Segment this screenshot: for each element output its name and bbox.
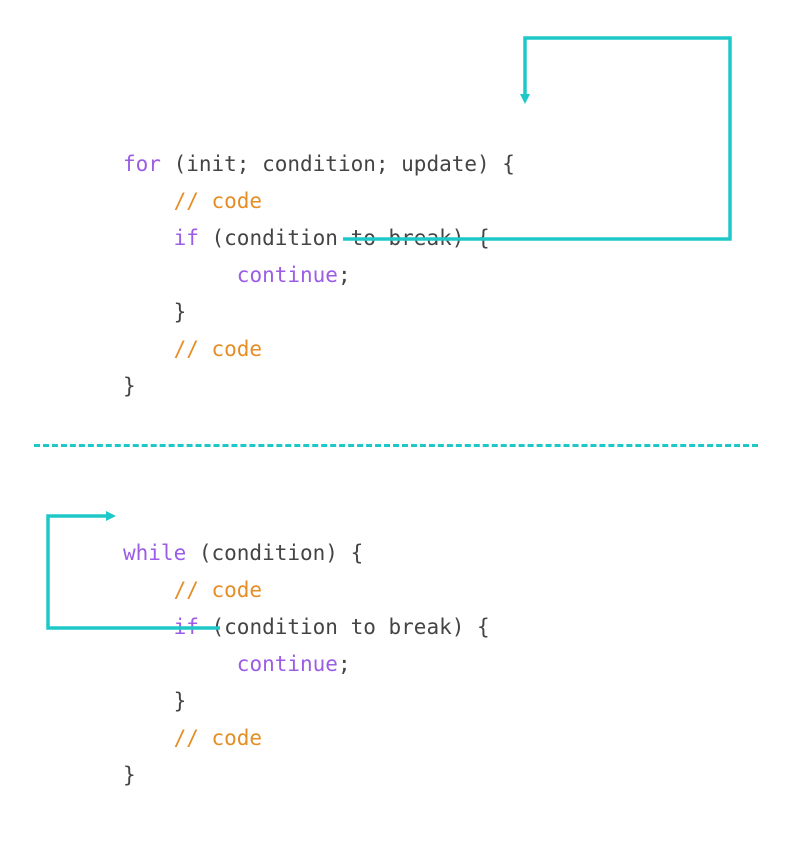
for-comment-2: // code	[174, 337, 263, 361]
for-loop-code: for (init; condition; update) { // code …	[123, 109, 515, 405]
while-if-keyword: if	[174, 615, 199, 639]
for-comment-1: // code	[174, 189, 263, 213]
section-divider	[34, 444, 758, 447]
for-continue-keyword: continue	[237, 263, 338, 287]
while-if-rest: (condition to break) {	[199, 615, 490, 639]
for-continue-semi: ;	[338, 263, 351, 287]
while-comment-2: // code	[174, 726, 263, 750]
while-if-close: }	[174, 689, 187, 713]
while-continue-keyword: continue	[237, 652, 338, 676]
for-if-rest: (condition to break) {	[199, 226, 490, 250]
while-loop-code: while (condition) { // code if (conditio…	[123, 498, 490, 794]
for-keyword: for	[123, 152, 161, 176]
for-if-keyword: if	[174, 226, 199, 250]
for-header-rest: (init; condition; update) {	[161, 152, 515, 176]
while-comment-1: // code	[174, 578, 263, 602]
while-keyword: while	[123, 541, 186, 565]
for-if-close: }	[174, 300, 187, 324]
while-header-rest: (condition) {	[186, 541, 363, 565]
for-close: }	[123, 374, 136, 398]
while-close: }	[123, 763, 136, 787]
while-continue-semi: ;	[338, 652, 351, 676]
